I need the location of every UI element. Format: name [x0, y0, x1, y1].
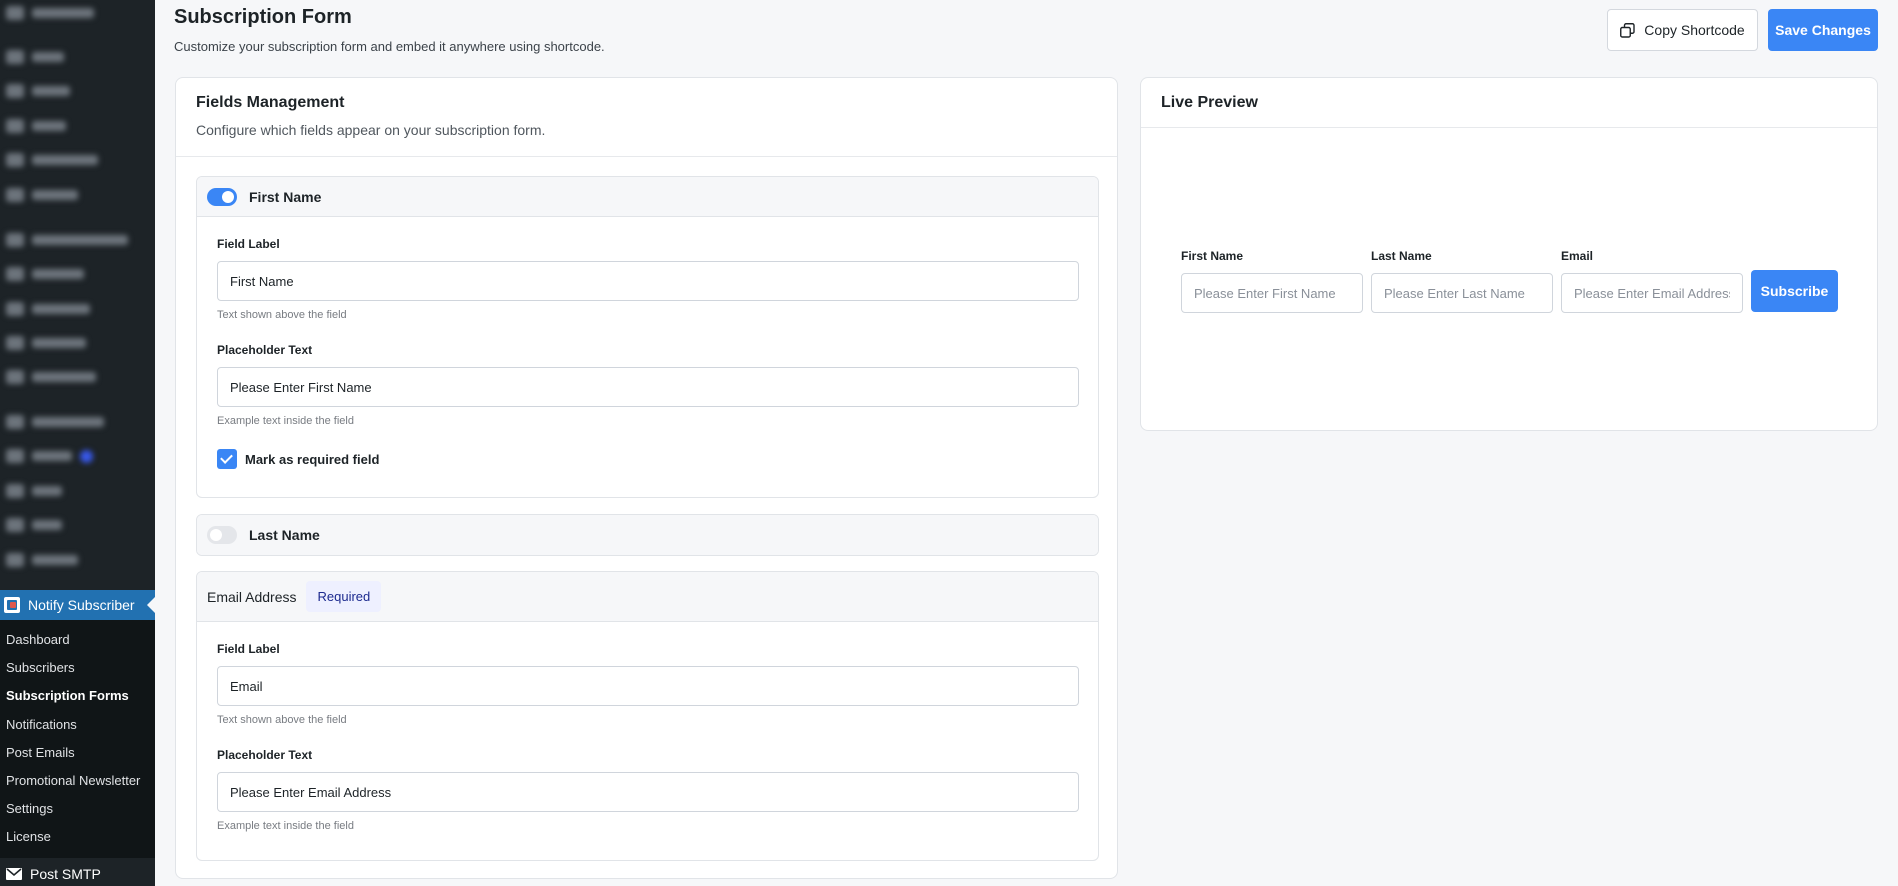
- plugin-icon: [4, 597, 20, 613]
- required-row: Mark as required field: [217, 449, 1078, 469]
- sidebar-item-label: Notify Subscriber: [28, 597, 135, 613]
- sidebar-submenu: Dashboard Subscribers Subscription Forms…: [0, 620, 155, 858]
- preview-first-name-field: First Name: [1181, 249, 1363, 313]
- card-title: Fields Management: [196, 94, 345, 111]
- preview-first-name-input[interactable]: [1181, 273, 1363, 313]
- submenu-license[interactable]: License: [0, 829, 155, 857]
- first-name-field-header[interactable]: First Name: [197, 177, 1098, 217]
- blurred-menu-item[interactable]: [6, 370, 96, 384]
- blurred-menu-item[interactable]: [6, 415, 104, 429]
- first-name-label-input[interactable]: [217, 261, 1079, 301]
- email-field-settings: Field Label Text shown above the field P…: [197, 622, 1098, 832]
- blurred-menu-item[interactable]: [6, 50, 64, 64]
- required-label: Mark as required field: [245, 451, 380, 467]
- field-name: Email Address: [207, 588, 297, 605]
- card-header: Live Preview: [1141, 78, 1877, 128]
- card-title: Live Preview: [1161, 94, 1258, 111]
- blurred-menu-item[interactable]: [6, 518, 62, 532]
- copy-icon: [1620, 22, 1635, 38]
- preview-field-label: Email: [1561, 249, 1594, 263]
- page-title: Subscription Form: [174, 6, 352, 28]
- required-badge: Required: [306, 581, 382, 612]
- submenu-notifications[interactable]: Notifications: [0, 717, 155, 745]
- preview-email-field: Email: [1561, 249, 1743, 313]
- sidebar-item-post-smtp[interactable]: Post SMTP: [0, 862, 155, 886]
- email-label-input[interactable]: [217, 666, 1079, 706]
- submenu-promotional-newsletter[interactable]: Promotional Newsletter: [0, 773, 155, 801]
- field-label-title: Field Label: [217, 237, 280, 251]
- last-name-field-block: Last Name: [196, 514, 1099, 556]
- field-label-title: Field Label: [217, 642, 280, 656]
- submenu-subscribers[interactable]: Subscribers: [0, 660, 155, 688]
- mail-icon: [6, 868, 22, 880]
- blurred-menu-item[interactable]: [6, 267, 84, 281]
- preview-last-name-field: Last Name: [1371, 249, 1553, 313]
- fields-management-card: Fields Management Configure which fields…: [175, 77, 1118, 879]
- first-name-placeholder-input[interactable]: [217, 367, 1079, 407]
- blurred-menu-item[interactable]: [6, 553, 78, 567]
- card-header: Fields Management Configure which fields…: [176, 78, 1117, 157]
- required-checkbox[interactable]: [217, 449, 237, 469]
- card-description: Configure which fields appear on your su…: [196, 122, 546, 138]
- last-name-toggle[interactable]: [207, 526, 237, 544]
- copy-shortcode-button[interactable]: Copy Shortcode: [1607, 9, 1758, 51]
- preview-field-label: Last Name: [1371, 249, 1432, 263]
- placeholder-help: Example text inside the field: [217, 415, 354, 427]
- blurred-menu-item[interactable]: [6, 188, 78, 202]
- preview-email-input[interactable]: [1561, 273, 1743, 313]
- live-preview-card: Live Preview First Name Last Name Email …: [1140, 77, 1878, 431]
- submenu-settings[interactable]: Settings: [0, 801, 155, 829]
- field-name: First Name: [249, 188, 322, 205]
- blurred-menu-item[interactable]: [6, 336, 86, 350]
- field-label-help: Text shown above the field: [217, 714, 347, 726]
- blurred-menu-item[interactable]: [6, 302, 90, 316]
- first-name-field-block: First Name Field Label Text shown above …: [196, 176, 1099, 498]
- placeholder-title: Placeholder Text: [217, 748, 313, 762]
- blurred-menu-item[interactable]: [6, 84, 70, 98]
- last-name-field-header[interactable]: Last Name: [197, 515, 1098, 555]
- preview-last-name-input[interactable]: [1371, 273, 1553, 313]
- email-field-header: Email Address Required: [197, 572, 1098, 622]
- blurred-admin-menu: [0, 0, 155, 585]
- copy-shortcode-label: Copy Shortcode: [1644, 22, 1745, 38]
- sidebar-item-notify-subscriber[interactable]: Notify Subscriber: [0, 590, 155, 620]
- placeholder-help: Example text inside the field: [217, 820, 354, 832]
- blurred-menu-item[interactable]: [6, 6, 94, 20]
- admin-sidebar: Notify Subscriber Dashboard Subscribers …: [0, 0, 155, 886]
- email-placeholder-input[interactable]: [217, 772, 1079, 812]
- first-name-field-settings: Field Label Text shown above the field P…: [197, 217, 1098, 469]
- email-field-block: Email Address Required Field Label Text …: [196, 571, 1099, 861]
- subscribe-button[interactable]: Subscribe: [1751, 270, 1838, 312]
- save-changes-button[interactable]: Save Changes: [1768, 9, 1878, 51]
- blurred-menu-item[interactable]: [6, 449, 93, 463]
- submenu-subscription-forms[interactable]: Subscription Forms: [0, 688, 155, 716]
- page-subtitle: Customize your subscription form and emb…: [174, 39, 605, 54]
- field-name: Last Name: [249, 527, 320, 543]
- blurred-menu-item[interactable]: [6, 153, 98, 167]
- blurred-menu-item[interactable]: [6, 484, 62, 498]
- first-name-toggle[interactable]: [207, 187, 237, 206]
- field-label-help: Text shown above the field: [217, 309, 347, 321]
- preview-field-label: First Name: [1181, 249, 1244, 263]
- submenu-dashboard[interactable]: Dashboard: [0, 632, 155, 660]
- blurred-menu-item[interactable]: [6, 233, 128, 247]
- blurred-menu-item[interactable]: [6, 119, 66, 133]
- preview-subscription-form: First Name Last Name Email Subscribe: [1181, 249, 1838, 313]
- placeholder-title: Placeholder Text: [217, 343, 313, 357]
- sidebar-item-label: Post SMTP: [30, 866, 101, 882]
- submenu-post-emails[interactable]: Post Emails: [0, 745, 155, 773]
